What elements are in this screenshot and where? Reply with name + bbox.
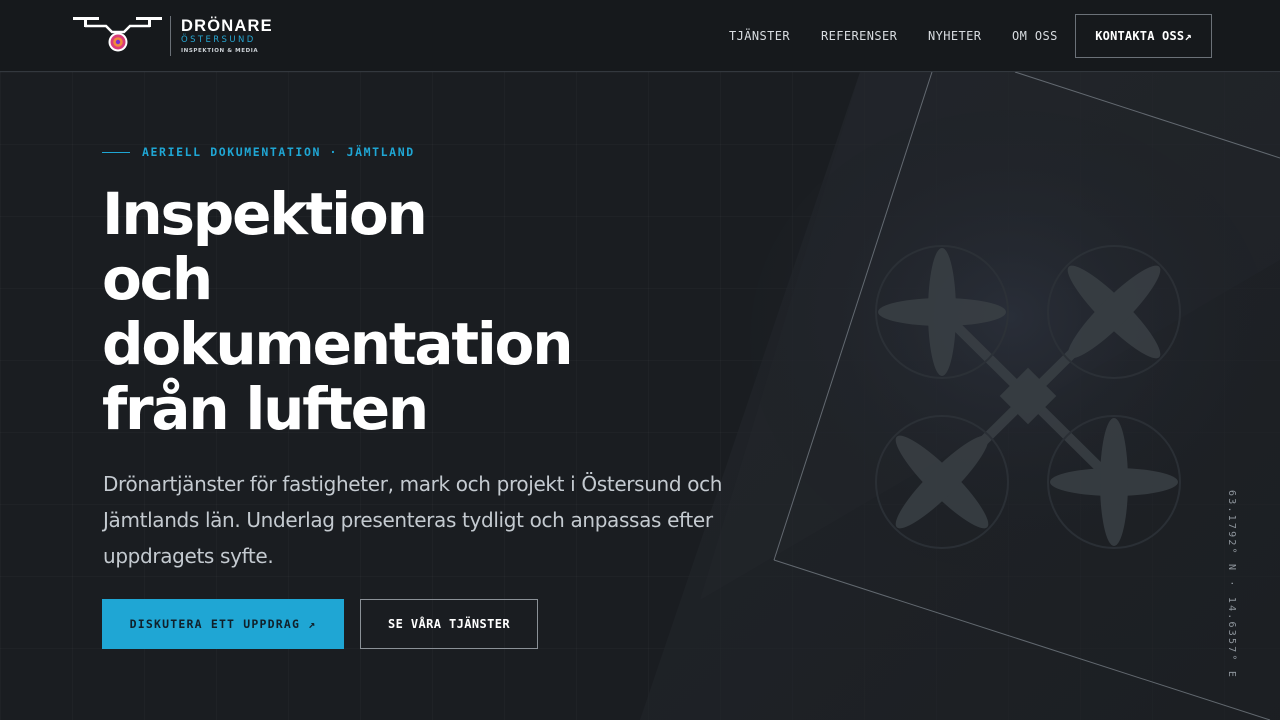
nav-item-tjanster[interactable]: TJÄNSTER — [729, 29, 790, 43]
hero-eyebrow: AERIELL DOKUMENTATION · JÄMTLAND — [102, 145, 415, 159]
hero-title-line: från luften — [102, 375, 429, 443]
brand-name: DRÖNARE — [181, 17, 273, 35]
hero-lead: Drönartjänster för fastigheter, mark och… — [103, 472, 723, 568]
nav-item-nyheter[interactable]: NYHETER — [928, 29, 981, 43]
hero-title-line: dokumentation — [102, 310, 574, 378]
hero-title-line: Inspektion — [102, 180, 428, 248]
nav-item-om-oss[interactable]: OM OSS — [1012, 29, 1058, 43]
coordinates-text: 63.1792° N · 14.6357° E — [1226, 490, 1237, 680]
brand-city: ÖSTERSUND — [181, 35, 256, 45]
eyebrow-text: AERIELL DOKUMENTATION · JÄMTLAND — [142, 145, 415, 159]
see-services-button[interactable]: SE VÅRA TJÄNSTER — [360, 599, 538, 649]
eyebrow-line — [102, 151, 130, 153]
contact-button[interactable]: KONTAKTA OSS↗ — [1075, 14, 1212, 58]
brand-tagline: INSPEKTION & MEDIA — [181, 48, 259, 54]
drone-logo-icon — [73, 17, 162, 52]
hero-title: Inspektion och dokumentation från luften — [102, 182, 622, 442]
hero-title-line: och — [102, 245, 213, 313]
brand-logo[interactable]: DRÖNARE ÖSTERSUND INSPEKTION & MEDIA — [72, 14, 272, 58]
discuss-assignment-button[interactable]: DISKUTERA ETT UPPDRAG ↗ — [102, 599, 344, 649]
logo-divider — [170, 16, 171, 56]
site-header: DRÖNARE ÖSTERSUND INSPEKTION & MEDIA TJÄ… — [0, 0, 1280, 72]
coordinates-readout: 63.1792° N · 14.6357° E — [1225, 490, 1237, 690]
nav-item-referenser[interactable]: REFERENSER — [821, 29, 897, 43]
